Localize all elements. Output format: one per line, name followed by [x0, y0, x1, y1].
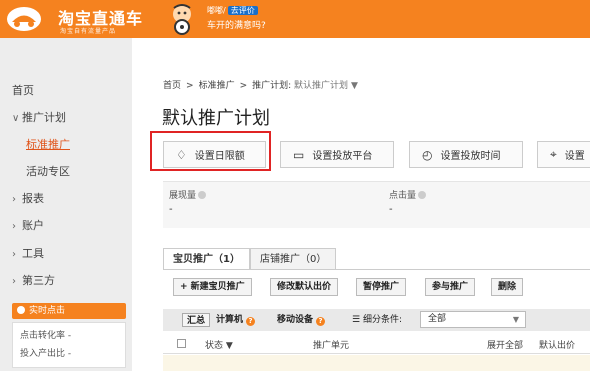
mobile-filter[interactable]: 移动设备?	[277, 313, 326, 327]
delete-button[interactable]: 删除	[491, 278, 524, 296]
clicks-value: -	[389, 204, 393, 215]
set-time-button[interactable]: ◴ 设置投放时间	[409, 141, 523, 168]
help-icon[interactable]	[198, 191, 207, 199]
sidebar-item-campaigns[interactable]: ∨ 推广计划	[12, 109, 66, 125]
chevron-down-icon: ▼	[512, 315, 519, 324]
chevron-down-icon: ∨	[12, 113, 20, 124]
set-region-button[interactable]: ⌖ 设置	[537, 141, 590, 168]
top-header: 淘宝直通车 淘宝自有流量产品 嘟嘟/去评价 车开的满意吗?	[0, 0, 590, 38]
help-icon[interactable]	[418, 191, 427, 199]
sidebar-item-label: 账户	[22, 219, 44, 232]
impressions-label: 展现量	[169, 188, 207, 201]
rate-promo[interactable]: 嘟嘟/去评价 车开的满意吗?	[207, 5, 266, 31]
help-icon[interactable]: ?	[246, 317, 256, 326]
stats-panel	[163, 181, 590, 228]
set-time-label: 设置投放时间	[440, 151, 501, 162]
tab-item-promo[interactable]: 宝贝推广（1）	[163, 248, 250, 270]
bid-column-header: 默认出价	[539, 341, 576, 351]
chevron-right-icon: ›	[12, 194, 16, 205]
breadcrumb-home[interactable]: 首页	[163, 81, 181, 91]
impressions-value: -	[169, 204, 173, 215]
join-promo-button[interactable]: 参与推广	[425, 278, 476, 296]
set-platform-label: 设置投放平台	[312, 151, 373, 162]
taobao-car-logo-icon	[7, 7, 41, 31]
segment-select[interactable]: 全部 ▼	[420, 311, 526, 328]
breadcrumb-campaign-prefix: 推广计划:	[252, 81, 292, 91]
breadcrumb-separator-icon: >	[239, 81, 248, 91]
sidebar-item-tools[interactable]: › 工具	[12, 245, 44, 261]
list-icon: ☰	[352, 315, 363, 325]
sidebar-item-standard-promo[interactable]: 标准推广	[26, 136, 70, 152]
app-logo[interactable]: 淘宝直通车 淘宝自有流量产品	[6, 2, 166, 36]
sidebar-item-label: 报表	[22, 192, 44, 205]
computer-filter[interactable]: 计算机?	[216, 313, 256, 327]
dropdown-caret-icon[interactable]: ▼	[351, 81, 358, 91]
metric-roi: 投入产出比 -	[20, 349, 72, 359]
promo-text: 车开的满意吗?	[207, 21, 266, 31]
breadcrumb: 首页 > 标准推广 > 推广计划: 默认推广计划 ▼	[163, 78, 358, 91]
chevron-right-icon: ›	[12, 221, 16, 232]
realtime-label: 实时点击	[29, 306, 66, 316]
map-pin-icon: ⌖	[550, 147, 557, 161]
clicks-label: 点击量	[389, 188, 427, 201]
sidebar-item-events[interactable]: 活动专区	[26, 163, 70, 179]
campaign-selector[interactable]: 默认推广计划	[294, 81, 348, 91]
rate-button[interactable]: 去评价	[227, 6, 258, 15]
breadcrumb-separator-icon: >	[186, 81, 194, 91]
clock-icon: ◴	[422, 147, 433, 162]
monitor-icon: ▭	[293, 147, 305, 162]
impressions-label-text: 展现量	[169, 191, 197, 201]
metric-conversion-rate: 点击转化率 -	[20, 331, 72, 341]
sidebar-item-label: 第三方	[22, 274, 55, 287]
sidebar-item-third-party[interactable]: › 第三方	[12, 272, 55, 288]
mascot-icon	[173, 4, 191, 35]
page-title: 默认推广计划	[162, 108, 270, 129]
edit-default-bid-button[interactable]: 修改默认出价	[270, 278, 339, 296]
chevron-right-icon: ›	[12, 249, 16, 260]
realtime-click-header[interactable]: 实时点击	[12, 303, 126, 319]
select-all-checkbox[interactable]	[177, 339, 186, 348]
sidebar-item-account[interactable]: › 账户	[12, 217, 44, 233]
help-icon[interactable]: ?	[316, 317, 326, 326]
promo-tabs: 宝贝推广（1） 店铺推广（0）	[163, 248, 337, 270]
clicks-label-text: 点击量	[389, 191, 417, 201]
sidebar-item-label: 首页	[12, 84, 34, 97]
realtime-icon	[17, 306, 25, 314]
tab-divider	[163, 269, 590, 270]
computer-filter-label: 计算机	[216, 315, 244, 325]
sidebar-item-reports[interactable]: › 报表	[12, 190, 44, 206]
tab-shop-promo[interactable]: 店铺推广（0）	[249, 248, 337, 270]
pause-promo-button[interactable]: 暂停推广	[356, 278, 407, 296]
breadcrumb-standard-promo[interactable]: 标准推广	[199, 81, 235, 91]
sidebar-item-label: 标准推广	[26, 138, 70, 151]
set-platform-button[interactable]: ▭ 设置投放平台	[280, 141, 394, 168]
chevron-right-icon: ›	[12, 276, 16, 287]
segment-select-value: 全部	[428, 314, 447, 324]
promo-prefix: 嘟嘟/	[207, 6, 226, 15]
sidebar-item-label: 工具	[22, 247, 44, 260]
expand-all-link[interactable]: 展开全部	[487, 338, 523, 351]
status-column-header[interactable]: 状态 ▼	[205, 338, 233, 351]
sidebar-item-label: 活动专区	[26, 165, 70, 178]
set-region-label: 设置	[564, 151, 585, 162]
sidebar-item-label: 推广计划	[22, 111, 66, 124]
sidebar-item-home[interactable]: 首页	[12, 82, 34, 98]
highlight-box	[150, 131, 271, 171]
segment-label-text: 细分条件:	[362, 315, 402, 325]
new-item-promo-button[interactable]: + 新建宝贝推广	[173, 278, 252, 296]
mobile-filter-label: 移动设备	[277, 315, 314, 325]
unit-column-header: 推广单元	[313, 341, 350, 351]
table-row	[163, 355, 590, 371]
summary-toggle[interactable]: 汇总	[182, 313, 211, 327]
segment-label: ☰ 细分条件:	[352, 313, 402, 327]
logo-subtitle: 淘宝自有流量产品	[60, 28, 117, 35]
